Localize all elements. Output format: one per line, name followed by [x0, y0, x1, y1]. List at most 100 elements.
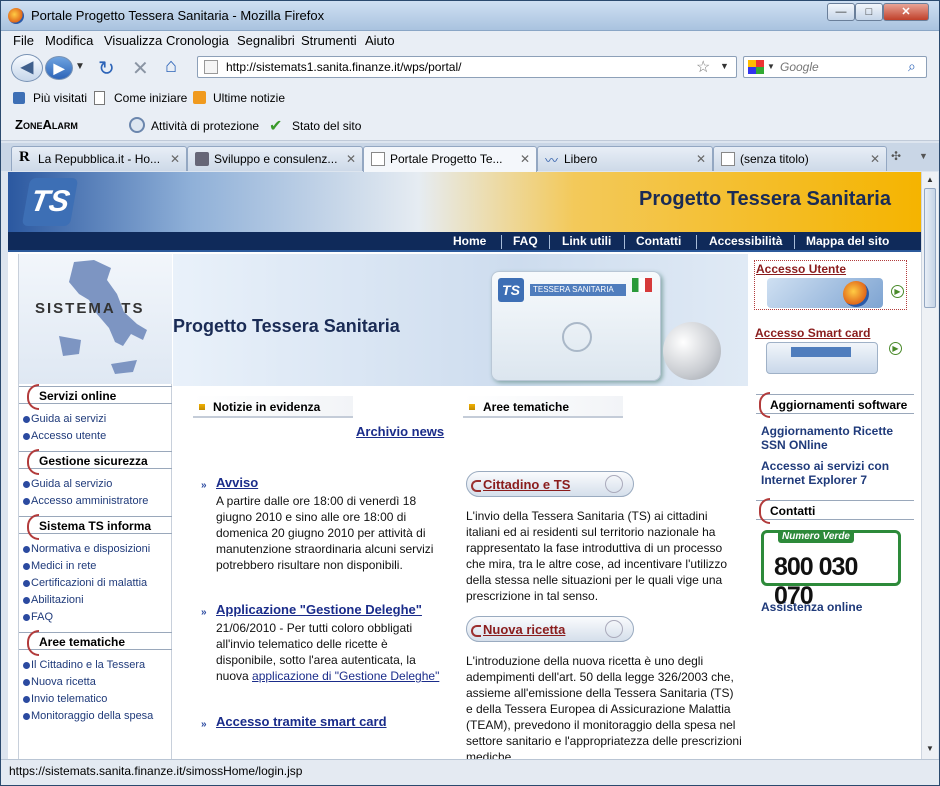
tab-sviluppo[interactable]: Sviluppo e consulenz... ✕	[187, 146, 363, 171]
link-faq[interactable]: FAQ	[23, 611, 53, 623]
menu-strumenti[interactable]: Strumenti	[301, 33, 357, 48]
accesso-utente-link[interactable]: Accesso Utente	[756, 262, 846, 276]
tab-repubblica[interactable]: R La Repubblica.it - Ho... ✕	[11, 146, 187, 171]
search-icon[interactable]: ⌕	[908, 58, 916, 75]
link-abilitazioni[interactable]: Abilitazioni	[23, 594, 84, 606]
link-monitoraggio[interactable]: Monitoraggio della spesa	[23, 710, 153, 722]
link-accesso-amministratore[interactable]: Accesso amministratore	[23, 495, 148, 507]
aree-header: Aree tematiche	[463, 396, 623, 418]
navigation-toolbar: ◀ ▶ ▼ ↻ ✕ ⌂ http://sistemats1.sanita.fin…	[1, 51, 939, 85]
emblem-icon	[605, 475, 623, 493]
url-bar[interactable]: http://sistemats1.sanita.finanze.it/wps/…	[197, 56, 737, 78]
news-bullet-icon: »	[201, 719, 207, 730]
menu-segnalibri[interactable]: Segnalibri	[237, 33, 295, 48]
link-nuova-ricetta[interactable]: Nuova ricetta	[23, 676, 96, 688]
maximize-button[interactable]: □	[855, 3, 883, 21]
accesso-smartcard-link[interactable]: Accesso Smart card	[755, 326, 870, 340]
accesso-utente-box[interactable]: Accesso Utente ▶	[754, 260, 907, 310]
link-certificazioni[interactable]: Certificazioni di malattia	[23, 577, 147, 589]
deleghe-link[interactable]: applicazione di "Gestione Deleghe"	[252, 669, 439, 683]
bookmark-come-iniziare[interactable]: Come iniziare	[114, 91, 187, 105]
tab-label: Libero	[564, 152, 598, 166]
close-tab-icon[interactable]: ✕	[520, 152, 530, 166]
link-guida-servizi[interactable]: Guida ai servizi	[23, 413, 106, 425]
url-dropdown-icon[interactable]: ▼	[720, 61, 729, 71]
ts-logo[interactable]: TS	[21, 178, 79, 226]
close-tab-icon[interactable]: ✕	[170, 152, 180, 166]
news-deleghe-title[interactable]: Applicazione "Gestione Deleghe"	[216, 602, 422, 617]
close-button[interactable]: ✕	[883, 3, 929, 21]
nav-link-utili[interactable]: Link utili	[562, 234, 611, 248]
menu-aiuto[interactable]: Aiuto	[365, 33, 395, 48]
zonealarm-activity[interactable]: Attività di protezione	[151, 119, 259, 133]
news-smartcard-title[interactable]: Accesso tramite smart card	[216, 714, 387, 729]
history-dropdown-icon[interactable]: ▼	[75, 61, 85, 72]
vertical-scrollbar[interactable]: ▲ ▼	[921, 172, 938, 759]
search-input[interactable]: ▼ Google ⌕	[743, 56, 927, 78]
back-button[interactable]: ◀	[11, 54, 43, 82]
news-avviso-title[interactable]: Avviso	[216, 475, 258, 490]
menu-file[interactable]: File	[13, 33, 34, 48]
nav-accessibilita[interactable]: Accessibilità	[709, 234, 782, 248]
link-cittadino-tessera[interactable]: Il Cittadino e la Tessera	[23, 659, 145, 671]
link-assistenza-online[interactable]: Assistenza online	[761, 600, 862, 614]
close-tab-icon[interactable]: ✕	[696, 152, 706, 166]
tab-senza-titolo[interactable]: (senza titolo) ✕	[713, 146, 887, 171]
link-accesso-utente[interactable]: Accesso utente	[23, 430, 106, 442]
archivio-news-link[interactable]: Archivio news	[356, 424, 444, 439]
libero-icon: 〰	[545, 153, 559, 168]
right-sidebar: Accesso Utente ▶ Accesso Smart card ▶ Ag…	[748, 254, 921, 759]
stop-icon[interactable]: ✕	[132, 56, 149, 81]
link-normativa[interactable]: Normativa e disposizioni	[23, 543, 150, 555]
page-icon	[204, 60, 218, 74]
bookmarks-toolbar: Più visitati Come iniziare Ultime notizi…	[1, 85, 939, 111]
nav-faq[interactable]: FAQ	[513, 234, 538, 248]
repubblica-icon: R	[19, 149, 30, 165]
go-arrow-icon[interactable]: ▶	[891, 285, 904, 298]
link-accesso-ie7[interactable]: Accesso ai servizi con Internet Explorer…	[761, 459, 911, 487]
scrollbar-thumb[interactable]	[924, 188, 936, 308]
zonealarm-site[interactable]: Stato del sito	[292, 119, 361, 133]
page-icon	[94, 91, 105, 105]
link-invio-telematico[interactable]: Invio telematico	[23, 693, 107, 705]
rss-icon	[193, 91, 206, 104]
minimize-button[interactable]: —	[827, 3, 855, 21]
euro-coin-image	[663, 322, 721, 380]
link-aggiornamento-ricette[interactable]: Aggiornamento Ricette SSN ONline	[761, 424, 911, 452]
forward-button[interactable]: ▶	[45, 56, 73, 80]
bookmark-ultime-notizie[interactable]: Ultime notizie	[213, 91, 285, 105]
bookmark-star-icon[interactable]: ☆	[696, 57, 710, 77]
person-icon	[195, 152, 209, 166]
close-tab-icon[interactable]: ✕	[346, 152, 356, 166]
tab-portale[interactable]: Portale Progetto Te... ✕	[363, 146, 537, 172]
main-column: Notizie in evidenza Aree tematiche Archi…	[173, 386, 748, 759]
menu-modifica[interactable]: Modifica	[45, 33, 93, 48]
tab-list-icon[interactable]: ▼	[919, 151, 928, 161]
link-medici[interactable]: Medici in rete	[23, 560, 96, 572]
zonealarm-brand[interactable]: ZoneAlarm	[15, 117, 78, 132]
google-icon	[748, 60, 764, 74]
news-deleghe-text: 21/06/2010 - Per tutti coloro obbligati …	[216, 621, 440, 683]
site-banner: TS Progetto Tessera Sanitaria	[8, 172, 921, 232]
nav-contatti[interactable]: Contatti	[636, 234, 681, 248]
search-engine-dropdown-icon[interactable]: ▼	[767, 62, 775, 71]
go-arrow-icon[interactable]: ▶	[889, 342, 902, 355]
home-icon[interactable]: ⌂	[165, 55, 177, 78]
contatti-header: Contatti	[756, 498, 914, 524]
menu-cronologia[interactable]: Cronologia	[166, 33, 229, 48]
scroll-up-icon[interactable]: ▲	[926, 175, 934, 184]
menu-visualizza[interactable]: Visualizza	[104, 33, 162, 48]
numero-verde-label: Numero Verde	[778, 530, 854, 543]
link-guida-servizio[interactable]: Guida al servizio	[23, 478, 112, 490]
ts-card-logo: TS	[498, 278, 524, 302]
nav-mappa[interactable]: Mappa del sito	[806, 234, 889, 248]
scroll-down-icon[interactable]: ▼	[926, 744, 934, 753]
new-tab-icon[interactable]: ✣	[891, 149, 901, 163]
nav-home[interactable]: Home	[453, 234, 486, 248]
close-tab-icon[interactable]: ✕	[870, 152, 880, 166]
tab-libero[interactable]: 〰 Libero ✕	[537, 146, 713, 171]
flag-icon	[632, 278, 652, 292]
reload-icon[interactable]: ↻	[98, 56, 115, 81]
bookmark-piu-visitati[interactable]: Più visitati	[33, 91, 87, 105]
tab-label: Portale Progetto Te...	[390, 152, 503, 166]
